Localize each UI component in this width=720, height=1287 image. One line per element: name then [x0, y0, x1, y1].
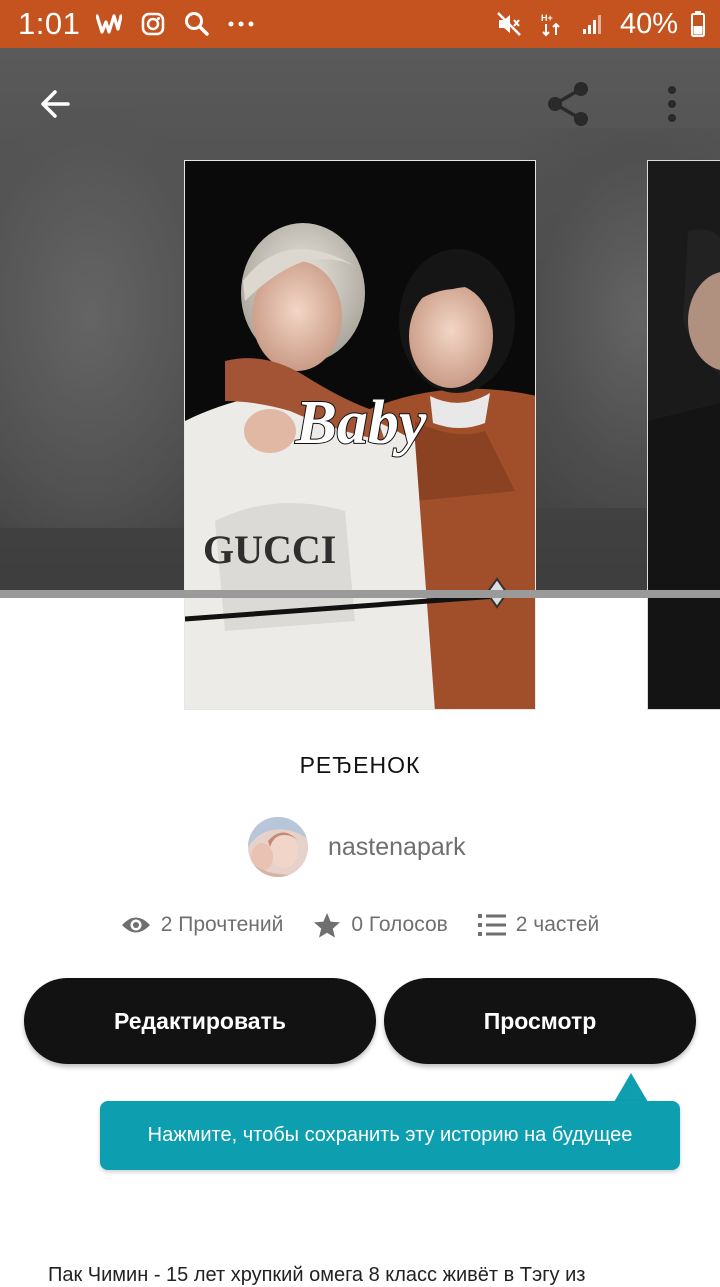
signal-icon	[578, 9, 608, 39]
battery-percent: 40%	[619, 7, 678, 40]
battery-icon	[690, 9, 706, 39]
author-name: nastenapark	[328, 832, 466, 861]
next-book-cover[interactable]	[647, 160, 720, 710]
cover-title-text: Baby	[295, 389, 427, 457]
edit-button[interactable]: Редактировать	[24, 978, 376, 1064]
share-button[interactable]	[540, 76, 596, 132]
author-link[interactable]: nastenapark	[248, 816, 466, 878]
parts-count: 2 частей	[515, 913, 600, 936]
cover-shirt-text: GUCCI	[203, 527, 336, 572]
cover-artwork: GUCCI Baby	[185, 161, 535, 709]
story-stats: 2 Прочтений 0 Голосов 2 частей	[0, 912, 720, 938]
tooltip-arrow	[614, 1073, 648, 1102]
svg-text:H+: H+	[541, 13, 553, 23]
back-button[interactable]	[28, 76, 84, 132]
votes-stat: 0 Голосов	[313, 912, 448, 938]
search-icon	[182, 9, 212, 39]
eye-icon	[121, 917, 150, 933]
mute-icon	[494, 9, 524, 39]
view-button[interactable]: Просмотр	[384, 978, 696, 1064]
story-title: РЕЂЕНОК	[299, 752, 421, 778]
book-cover[interactable]: GUCCI Baby	[184, 160, 536, 710]
star-icon	[314, 913, 341, 938]
next-cover-artwork	[648, 161, 720, 709]
story-description: Пак Чимин - 15 лет хрупкий омега 8 класс…	[48, 1264, 586, 1286]
hero-divider	[0, 590, 720, 598]
back-arrow-icon	[41, 90, 70, 118]
instagram-icon	[138, 9, 168, 39]
more-icon	[226, 9, 256, 39]
reads-count: 2 Прочтений	[160, 913, 284, 936]
save-tooltip[interactable]: Нажмите, чтобы сохранить эту историю на …	[100, 1101, 680, 1170]
share-icon	[548, 82, 588, 126]
reads-stat: 2 Прочтений	[121, 913, 284, 937]
more-options-button[interactable]	[644, 76, 700, 132]
parts-stat: 2 частей	[477, 913, 600, 937]
more-vertical-icon	[668, 86, 676, 122]
status-bar: 1:01 H+ 40%	[0, 0, 720, 48]
wattpad-icon	[94, 9, 124, 39]
votes-count: 0 Голосов	[351, 913, 448, 936]
list-icon	[477, 914, 506, 936]
avatar	[248, 817, 308, 877]
status-time: 1:01	[18, 6, 81, 41]
data-icon: H+	[536, 9, 566, 39]
